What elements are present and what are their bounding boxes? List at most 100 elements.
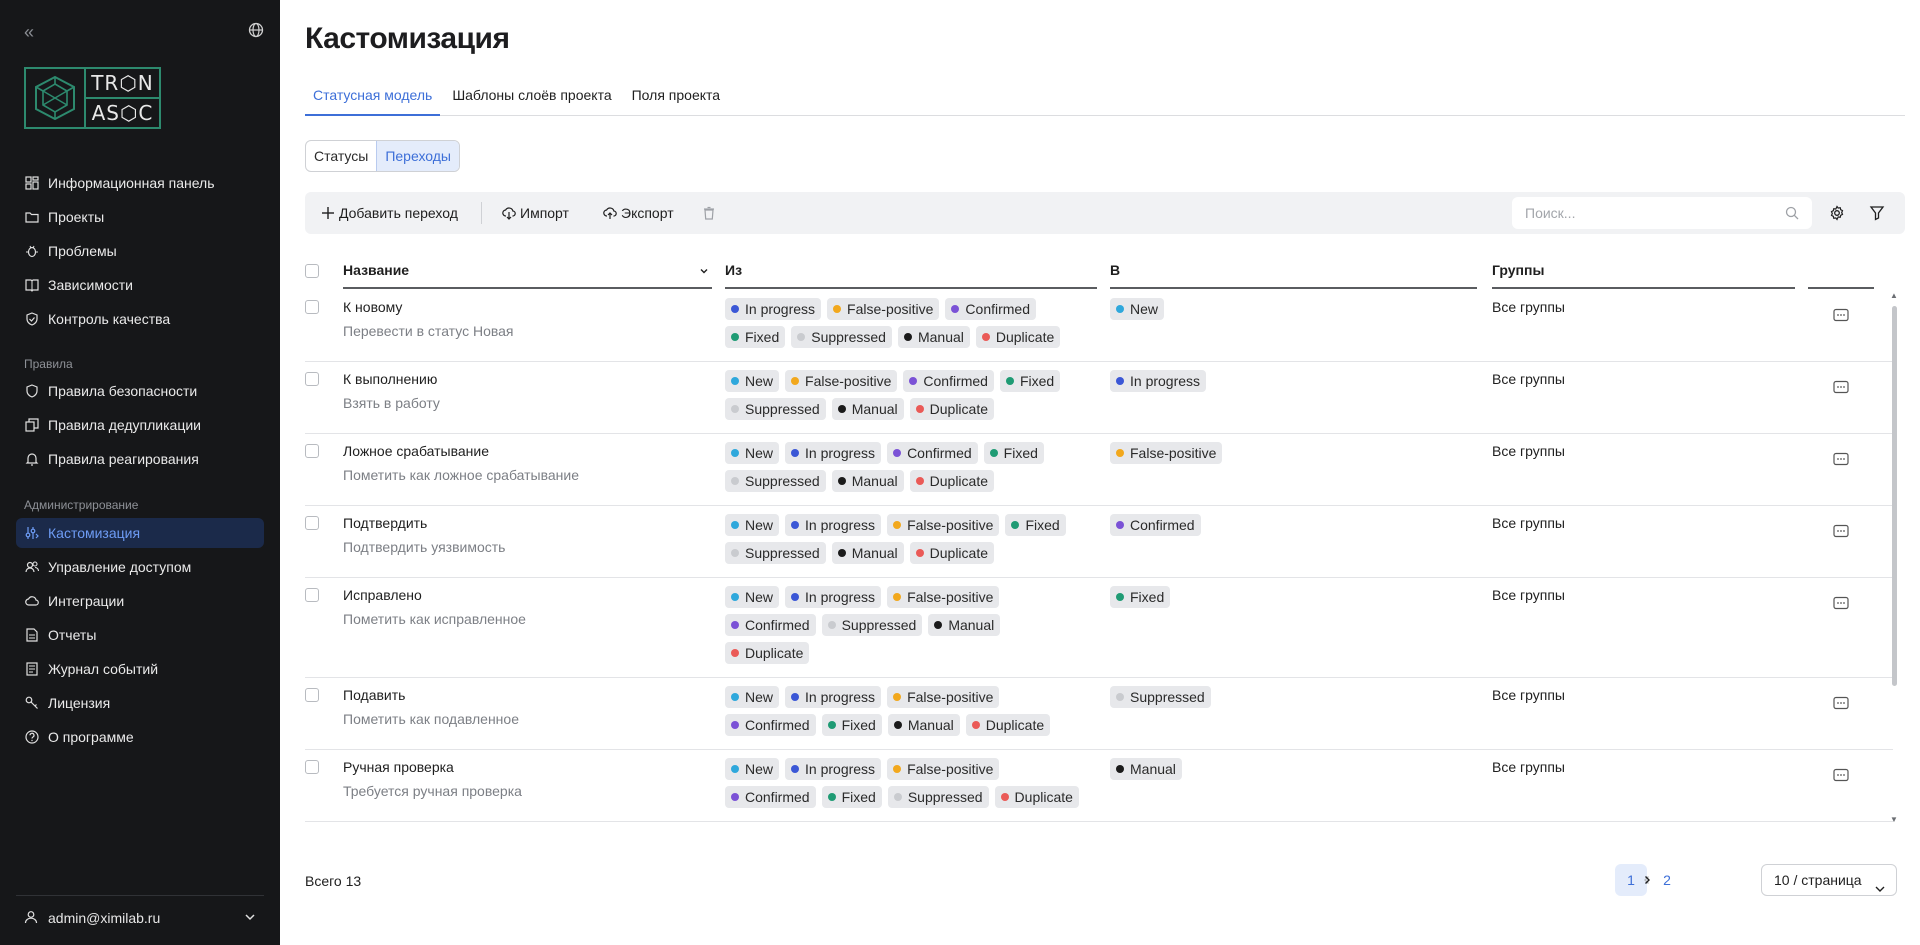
row-checkbox[interactable] [305,760,319,774]
plus-icon [321,206,335,220]
status-tag: Confirmed [903,370,994,392]
row-actions-icon[interactable] [1833,308,1849,322]
to-statuses-cell: False-positive [1110,442,1470,464]
sidebar-item-issues[interactable]: Проблемы [16,236,264,266]
segment-transitions[interactable]: Переходы [376,141,459,171]
transition-title[interactable]: Подавить [343,686,519,704]
toolbar: Добавить переход Импорт Экспорт [305,192,1905,234]
tron-asoc-logo[interactable]: TR⬡N AS⬡C [24,67,161,129]
row-actions-icon[interactable] [1833,524,1849,538]
table-row[interactable]: Подавить Пометить как подавленное New In pr… [305,678,1893,750]
globe-icon[interactable] [248,22,264,38]
row-actions-icon[interactable] [1833,452,1849,466]
row-checkbox[interactable] [305,300,319,314]
status-label: Suppressed [745,401,820,417]
status-tag: False-positive [887,686,1000,708]
sidebar-item-access[interactable]: Управление доступом [16,552,264,582]
delete-button[interactable] [702,192,720,234]
user-menu[interactable]: admin@ximilab.ru [16,904,264,932]
transition-title[interactable]: Ложное срабатывание [343,442,579,460]
scroll-down-arrow-icon[interactable]: ▼ [1890,816,1898,824]
row-select-cell [305,516,319,530]
filter-icon[interactable] [1869,205,1885,224]
sidebar-item-dependencies[interactable]: Зависимости [16,270,264,300]
sidebar-item-integrations[interactable]: Интеграции [16,586,264,616]
status-dot [731,765,739,773]
select-all-checkbox[interactable] [305,264,319,278]
status-label: Confirmed [965,301,1031,317]
sidebar-item-projects[interactable]: Проекты [16,202,264,232]
transition-title[interactable]: Подтвердить [343,514,505,532]
row-actions-icon[interactable] [1833,696,1849,710]
sidebar-item-quality-control[interactable]: Контроль качества [16,304,264,334]
status-tag: Confirmed [725,786,816,808]
status-dot [731,793,739,801]
status-label: New [745,445,774,461]
row-checkbox[interactable] [305,516,319,530]
transition-title[interactable]: К новому [343,298,514,316]
transition-title[interactable]: Исправлено [343,586,526,604]
sidebar-item-security-rules[interactable]: Правила безопасности [16,376,264,406]
status-tag: Duplicate [975,326,1061,348]
status-dot [951,305,960,313]
sidebar-item-customization[interactable]: Кастомизация [16,518,264,548]
status-label: Manual [851,545,898,561]
status-label: Fixed [1025,517,1060,533]
status-dot [791,377,800,385]
sidebar-item-dashboard[interactable]: Информационная панель [16,168,264,198]
add-transition-button[interactable]: Добавить переход [321,192,458,234]
sort-chevron-icon[interactable] [698,264,710,280]
table-row[interactable]: Ложное срабатывание Пометить как ложное с… [305,434,1893,506]
status-label: Confirmed [923,373,988,389]
sidebar-item-label: Журнал событий [48,661,159,677]
table-row[interactable]: Подтвердить Подтвердить уязвимость New In p… [305,506,1893,578]
table-row[interactable]: К выполнению Взять в работу New False-posit… [305,362,1893,434]
next-page-button[interactable] [1631,864,1663,896]
sidebar-item-dedup-rules[interactable]: Правила дедупликации [16,410,264,440]
page-size-select[interactable]: 10 / страница [1761,864,1897,896]
status-tag: Fixed [821,714,882,736]
row-checkbox[interactable] [305,588,319,602]
row-checkbox[interactable] [305,372,319,386]
scroll-thumb[interactable] [1892,306,1897,686]
status-tag: Duplicate [909,398,995,420]
admin-nav: Кастомизация Управление доступом Интегра… [16,518,264,756]
transition-title[interactable]: К выполнению [343,370,440,388]
transition-description: Пометить как подавленное [343,711,519,727]
tab-layer-templates[interactable]: Шаблоны слоёв проекта [444,84,619,116]
row-actions-icon[interactable] [1833,768,1849,782]
table-row[interactable]: Ручная проверка Требуется ручная проверка… [305,750,1893,822]
row-actions-icon[interactable] [1833,596,1849,610]
section-title: Администрирование [24,498,139,512]
status-tag: Manual [831,398,904,420]
search-input[interactable] [1513,198,1811,228]
status-dot [893,593,902,601]
row-checkbox[interactable] [305,688,319,702]
scroll-up-arrow-icon[interactable]: ▲ [1890,292,1898,300]
status-dot [981,333,990,341]
tab-status-model[interactable]: Статусная модель [305,84,441,116]
status-tag: False-positive [887,586,1000,608]
sidebar-item-reports[interactable]: Отчеты [16,620,264,650]
column-name-header[interactable]: Название [343,252,712,289]
status-dot [915,477,924,485]
segment-statuses[interactable]: Статусы [306,141,376,171]
row-checkbox[interactable] [305,444,319,458]
table-scrollbar[interactable]: ▲ ▼ [1890,292,1898,824]
search-icon[interactable] [1785,206,1799,223]
transition-title[interactable]: Ручная проверка [343,758,522,776]
sidebar-item-response-rules[interactable]: Правила реагирования [16,444,264,474]
row-actions-icon[interactable] [1833,380,1849,394]
sidebar-item-about[interactable]: О программе [16,722,264,752]
import-button[interactable]: Импорт [502,192,569,234]
export-button[interactable]: Экспорт [603,192,674,234]
sidebar-item-license[interactable]: Лицензия [16,688,264,718]
table-row[interactable]: К новому Перевести в статус Новая In progr… [305,290,1893,362]
tab-project-fields[interactable]: Поля проекта [624,84,728,116]
gear-icon[interactable] [1829,205,1845,224]
sidebar-item-event-log[interactable]: Журнал событий [16,654,264,684]
status-dot [791,593,800,601]
table-row[interactable]: Исправлено Пометить как исправленное New In… [305,578,1893,678]
collapse-sidebar-icon[interactable]: « [24,22,34,42]
status-dot [731,305,739,313]
